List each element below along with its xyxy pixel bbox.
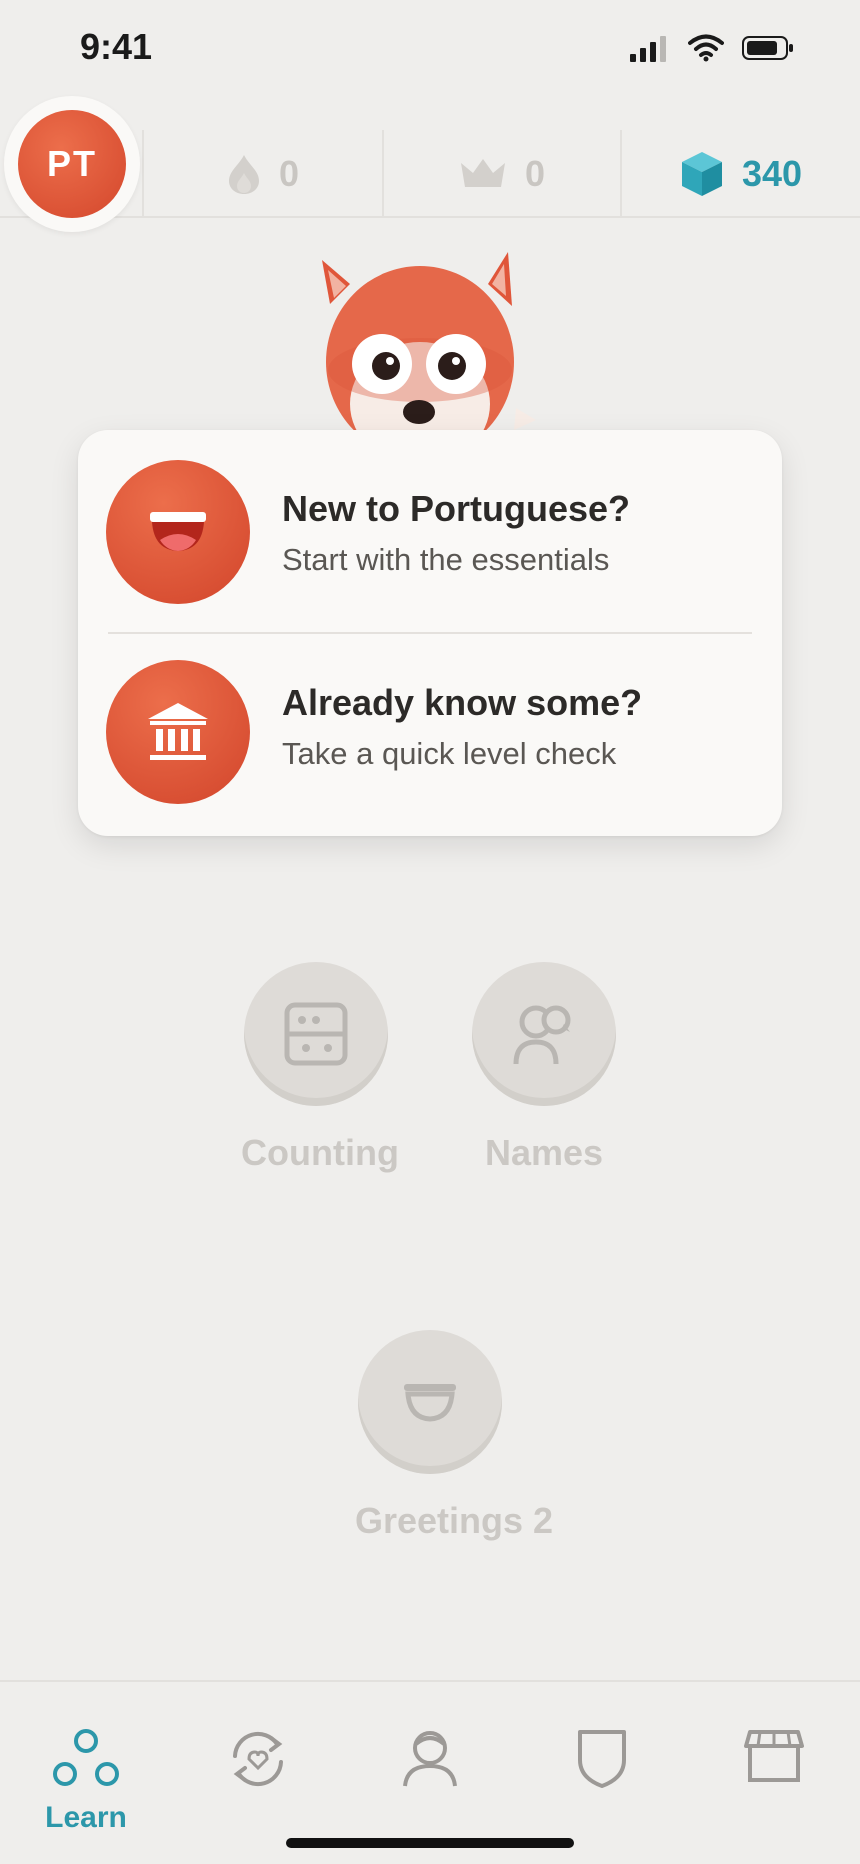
skill-label: Counting <box>241 1132 399 1173</box>
status-time: 9:41 <box>80 26 153 67</box>
skill-node-names[interactable]: Names <box>469 962 619 1174</box>
status-bar: 9:41 <box>0 0 860 96</box>
smile-mouth-icon <box>106 460 250 604</box>
learn-circles-icon <box>53 1729 119 1786</box>
skill-label: Greetings 2 <box>355 1500 554 1541</box>
avatar-initials: PT <box>18 110 126 218</box>
nav-tab-practice[interactable] <box>198 1728 318 1795</box>
skill-node-counting[interactable]: Counting <box>241 962 399 1174</box>
nav-tab-profile[interactable] <box>370 1728 490 1793</box>
nav-tab-leagues[interactable] <box>542 1728 662 1793</box>
bottom-navigation: Learn <box>0 1680 860 1864</box>
wifi-icon <box>688 34 724 62</box>
practice-refresh-icon <box>233 1731 283 1787</box>
skill-label: Names <box>484 1132 604 1173</box>
nav-label: Learn <box>45 1801 127 1834</box>
person-speech-icon <box>513 1005 571 1065</box>
option-title: Already know some? <box>282 682 643 723</box>
nav-tab-learn[interactable]: Learn <box>26 1728 146 1835</box>
gems-count: 340 <box>741 153 803 194</box>
crown-icon <box>460 159 505 187</box>
shield-icon <box>578 1730 626 1788</box>
crowns-stat[interactable]: 0 <box>384 130 620 218</box>
cellular-signal-icon <box>630 36 666 62</box>
skill-node-greetings-2[interactable]: Greetings 2 <box>355 1330 554 1542</box>
language-avatar[interactable]: PT <box>4 96 140 232</box>
streak-count: 0 <box>278 153 300 194</box>
nav-tab-shop[interactable] <box>714 1728 834 1789</box>
placement-test-option[interactable]: Already know some? Take a quick level ch… <box>78 630 782 830</box>
streak-stat[interactable]: 0 <box>144 130 382 218</box>
crowns-count: 0 <box>524 153 546 194</box>
shop-icon <box>744 1730 804 1782</box>
bank-building-icon <box>106 660 250 804</box>
new-learner-option[interactable]: New to Portuguese? Start with the essent… <box>78 430 782 630</box>
option-subtitle: Start with the essentials <box>282 542 610 577</box>
profile-icon <box>403 1731 457 1787</box>
gem-cube-icon <box>681 152 722 196</box>
smile-mouth-icon <box>404 1384 456 1422</box>
home-indicator <box>286 1838 574 1848</box>
abacus-icon <box>284 1002 348 1066</box>
status-icons <box>630 34 794 62</box>
option-title: New to Portuguese? <box>282 488 631 529</box>
flame-icon <box>228 155 259 194</box>
gems-stat[interactable]: 340 <box>622 130 860 218</box>
start-options-card: New to Portuguese? Start with the essent… <box>78 430 782 836</box>
option-subtitle: Take a quick level check <box>282 736 617 771</box>
fox-mascot-illustration <box>322 252 536 434</box>
battery-icon <box>742 36 793 60</box>
